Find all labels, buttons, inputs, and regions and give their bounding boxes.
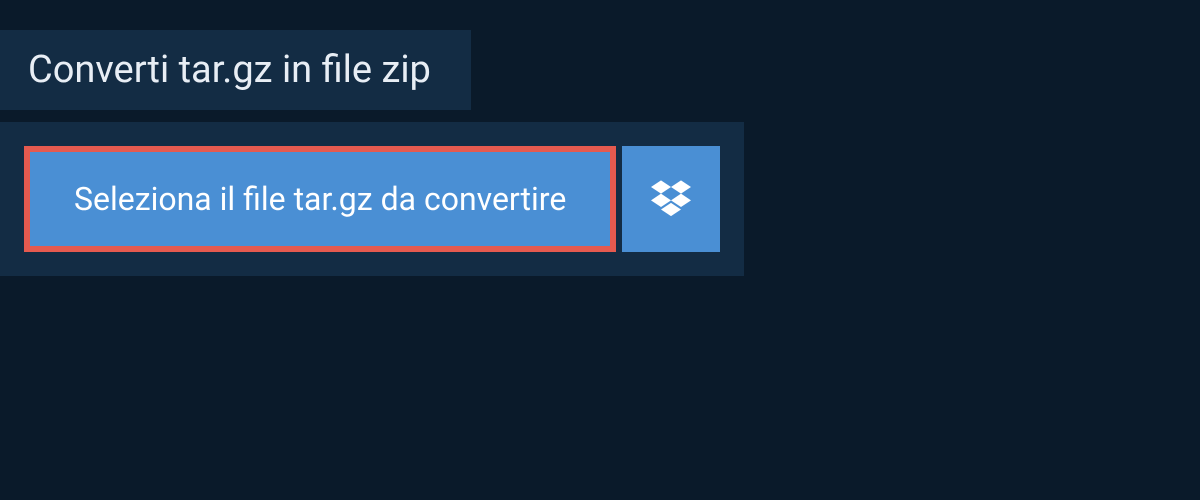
select-file-label: Seleziona il file tar.gz da convertire: [74, 180, 566, 218]
page-title: Converti tar.gz in file zip: [0, 30, 471, 110]
select-file-button[interactable]: Seleziona il file tar.gz da convertire: [24, 146, 616, 252]
dropbox-icon: [651, 177, 691, 221]
title-text: Converti tar.gz in file zip: [28, 48, 431, 92]
dropbox-button[interactable]: [622, 146, 720, 252]
upload-panel: Seleziona il file tar.gz da convertire: [0, 122, 744, 276]
